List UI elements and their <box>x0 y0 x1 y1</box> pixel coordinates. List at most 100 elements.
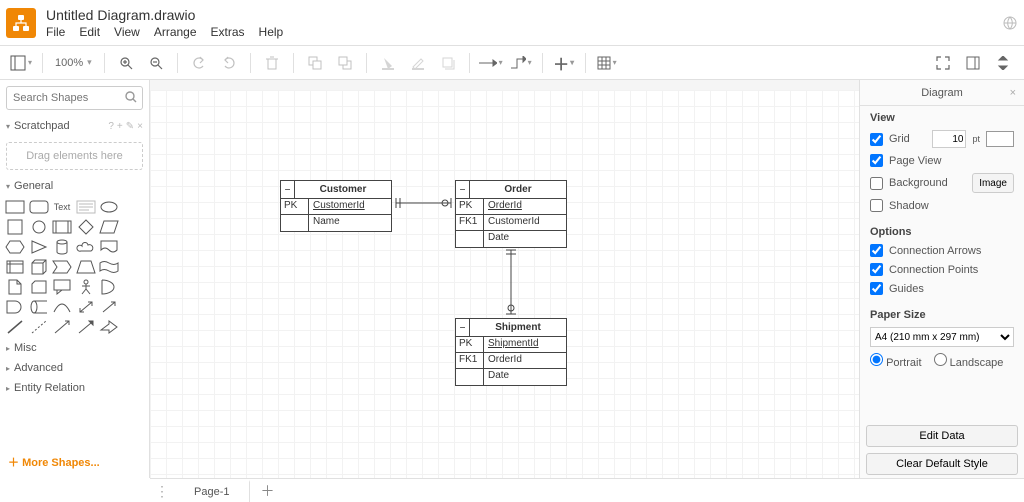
shape-ellipse[interactable] <box>100 200 118 214</box>
guides-checkbox[interactable] <box>870 282 883 295</box>
canvas[interactable]: –Customer PKCustomerId Name –Order PKOrd… <box>150 80 859 478</box>
redo-button[interactable] <box>216 50 242 76</box>
shape-callout[interactable] <box>53 280 71 294</box>
shape-and[interactable] <box>6 300 24 314</box>
page-tab-1[interactable]: Page-1 <box>174 480 250 502</box>
to-back-button[interactable] <box>332 50 358 76</box>
portrait-radio[interactable]: Portrait <box>870 353 922 369</box>
pageview-checkbox[interactable] <box>870 154 883 167</box>
more-shapes-button[interactable]: ＋ More Shapes... <box>0 446 149 478</box>
landscape-radio[interactable]: Landscape <box>934 353 1004 369</box>
close-panel-icon[interactable]: × <box>1010 87 1016 99</box>
connection-button[interactable]: ▾ <box>478 50 504 76</box>
section-misc[interactable]: ▸Misc <box>0 338 149 358</box>
shape-tape[interactable] <box>100 260 118 274</box>
shape-internal-storage[interactable] <box>6 260 24 274</box>
shape-line-closed[interactable] <box>77 320 95 334</box>
background-checkbox[interactable] <box>870 177 883 190</box>
entity-order[interactable]: –Order PKOrderId FK1CustomerId Date <box>455 180 567 248</box>
shape-rect[interactable] <box>6 200 24 214</box>
grid-size-input[interactable] <box>932 130 966 148</box>
connector-order-shipment[interactable] <box>504 246 518 318</box>
add-page-button[interactable]: ＋ <box>250 481 284 501</box>
shape-trapezoid[interactable] <box>77 260 95 274</box>
search-icon[interactable] <box>125 91 137 103</box>
scratchpad-header[interactable]: ▾ Scratchpad ? + ✎ × <box>0 116 149 136</box>
menu-view[interactable]: View <box>114 25 140 39</box>
shape-rounded[interactable] <box>30 200 48 214</box>
menu-edit[interactable]: Edit <box>79 25 100 39</box>
conn-arrows-checkbox[interactable] <box>870 244 883 257</box>
shape-cylinder[interactable] <box>53 240 71 254</box>
fullscreen-button[interactable] <box>930 50 956 76</box>
grid-color-swatch[interactable] <box>986 131 1014 147</box>
undo-button[interactable] <box>186 50 212 76</box>
shape-cube[interactable] <box>30 260 48 274</box>
delete-button[interactable] <box>259 50 285 76</box>
line-color-button[interactable] <box>405 50 431 76</box>
menu-file[interactable]: File <box>46 25 65 39</box>
shape-parallelogram[interactable] <box>100 220 118 234</box>
scratchpad-add-icon[interactable]: + <box>117 121 123 132</box>
shape-circle[interactable] <box>30 220 48 234</box>
shape-process[interactable] <box>53 220 71 234</box>
document-title[interactable]: Untitled Diagram.drawio <box>46 7 283 23</box>
zoom-select[interactable]: 100%▾ <box>51 57 96 69</box>
table-button[interactable]: ▾ <box>594 50 620 76</box>
shape-text[interactable]: Text <box>53 200 71 214</box>
menu-arrange[interactable]: Arrange <box>154 25 197 39</box>
shape-line[interactable] <box>6 320 24 334</box>
scratchpad-help-icon[interactable]: ? <box>108 121 114 132</box>
waypoint-button[interactable]: ▾ <box>508 50 534 76</box>
section-advanced[interactable]: ▸Advanced <box>0 358 149 378</box>
shadow-checkbox[interactable] <box>870 199 883 212</box>
shape-hexagon[interactable] <box>6 240 24 254</box>
zoom-in-button[interactable] <box>113 50 139 76</box>
globe-icon[interactable] <box>1002 15 1018 31</box>
format-panel-button[interactable] <box>960 50 986 76</box>
shape-bidir-arrow[interactable] <box>77 300 95 314</box>
shape-line-open[interactable] <box>53 320 71 334</box>
shadow-button[interactable] <box>435 50 461 76</box>
shape-datastore[interactable] <box>30 300 48 314</box>
background-image-button[interactable]: Image <box>972 173 1014 193</box>
shape-actor[interactable] <box>77 280 95 294</box>
shape-or[interactable] <box>100 280 118 294</box>
paper-size-select[interactable]: A4 (210 mm x 297 mm) <box>870 327 1014 347</box>
shape-triangle[interactable] <box>30 240 48 254</box>
shape-arrow[interactable] <box>100 300 118 314</box>
zoom-out-button[interactable] <box>143 50 169 76</box>
shape-card[interactable] <box>30 280 48 294</box>
app-logo[interactable] <box>6 8 36 38</box>
shape-diamond[interactable] <box>77 220 95 234</box>
shape-step[interactable] <box>53 260 71 274</box>
insert-button[interactable]: ＋▾ <box>551 50 577 76</box>
shape-curve[interactable] <box>53 300 71 314</box>
scratchpad-close-icon[interactable]: × <box>137 121 143 132</box>
section-entity-relation[interactable]: ▸Entity Relation <box>0 378 149 398</box>
scratchpad-edit-icon[interactable]: ✎ <box>126 121 134 132</box>
shape-cloud[interactable] <box>77 240 95 254</box>
menu-help[interactable]: Help <box>259 25 284 39</box>
fill-color-button[interactable] <box>375 50 401 76</box>
menu-extras[interactable]: Extras <box>211 25 245 39</box>
view-toggle-button[interactable]: ▾ <box>8 50 34 76</box>
section-general[interactable]: ▾ General <box>0 176 149 196</box>
grid-checkbox[interactable] <box>870 133 883 146</box>
shape-document[interactable] <box>100 240 118 254</box>
collapse-button[interactable] <box>990 50 1016 76</box>
entity-customer[interactable]: –Customer PKCustomerId Name <box>280 180 392 232</box>
shape-dashed[interactable] <box>30 320 48 334</box>
search-input[interactable] <box>6 86 143 110</box>
shape-note[interactable] <box>6 280 24 294</box>
pages-menu-button[interactable]: ⋮ <box>150 484 174 498</box>
entity-shipment[interactable]: –Shipment PKShipmentId FK1OrderId Date <box>455 318 567 386</box>
to-front-button[interactable] <box>302 50 328 76</box>
scratchpad-drop-zone[interactable]: Drag elements here <box>6 142 143 170</box>
shape-textbox[interactable] <box>77 200 95 214</box>
shape-thick-arrow[interactable] <box>100 320 118 334</box>
connector-customer-order[interactable] <box>392 196 455 210</box>
clear-style-button[interactable]: Clear Default Style <box>866 453 1018 475</box>
edit-data-button[interactable]: Edit Data <box>866 425 1018 447</box>
shape-square[interactable] <box>6 220 24 234</box>
